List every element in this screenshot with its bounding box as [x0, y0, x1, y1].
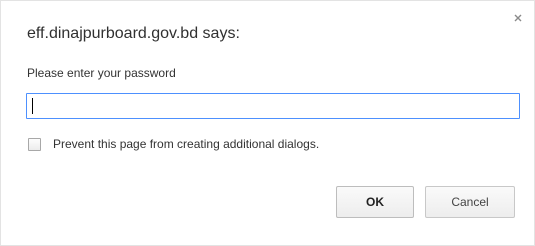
close-icon	[514, 14, 522, 22]
dialog-title: eff.dinajpurboard.gov.bd says:	[27, 25, 240, 42]
suppress-dialogs-option[interactable]: Prevent this page from creating addition…	[28, 136, 319, 152]
suppress-dialogs-checkbox[interactable]	[28, 137, 41, 151]
cancel-button[interactable]: Cancel	[425, 186, 515, 218]
suppress-dialogs-label[interactable]: Prevent this page from creating addition…	[53, 137, 319, 151]
close-button[interactable]	[511, 11, 525, 25]
password-input[interactable]	[26, 93, 520, 119]
text-cursor	[32, 98, 33, 114]
prompt-dialog: eff.dinajpurboard.gov.bd says: Please en…	[0, 0, 535, 246]
dialog-message: Please enter your password	[27, 66, 176, 80]
ok-button[interactable]: OK	[336, 186, 414, 218]
